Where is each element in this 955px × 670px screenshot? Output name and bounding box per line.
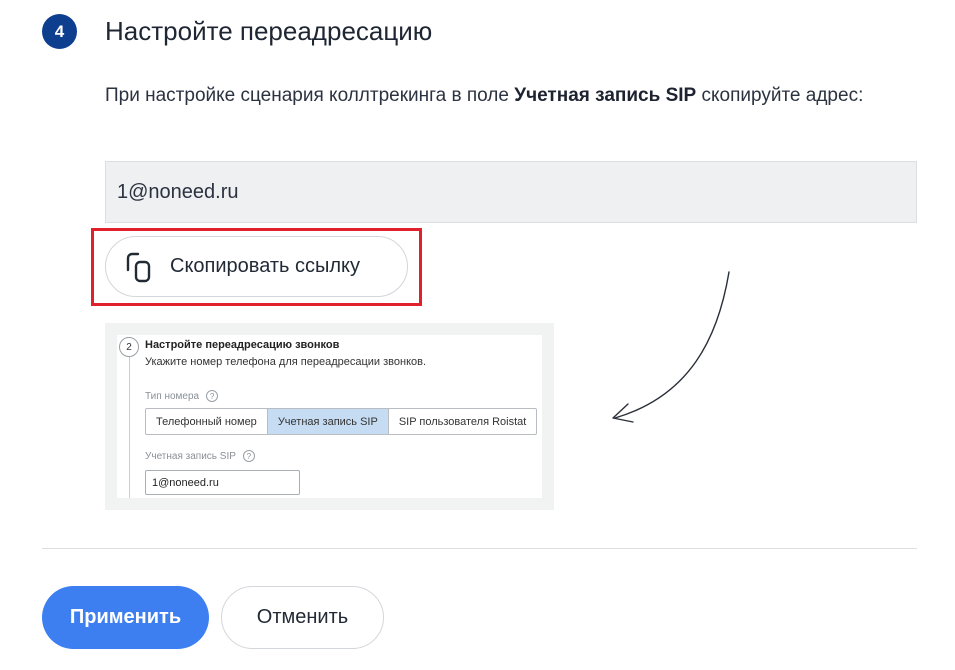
example-title: Настройте переадресацию звонков	[145, 339, 340, 351]
sip-address-field[interactable]: 1@noneed.ru	[105, 161, 917, 223]
instruction-field-name: Учетная запись SIP	[514, 85, 697, 106]
example-screenshot: 2 Настройте переадресацию звонков Укажит…	[105, 323, 554, 510]
example-number-type-label: Тип номера ?	[145, 390, 219, 402]
instruction-text: При настройке сценария коллтрекинга в по…	[105, 78, 925, 113]
copy-link-button[interactable]: Скопировать ссылку	[105, 236, 408, 297]
cancel-button[interactable]: Отменить	[221, 586, 384, 649]
step-number-badge: 4	[42, 14, 77, 49]
example-option-sip-account: Учетная запись SIP	[267, 409, 389, 434]
example-number-type-text: Тип номера	[145, 390, 200, 402]
question-icon: ?	[206, 390, 219, 402]
example-sip-input: 1@noneed.ru	[145, 470, 300, 495]
example-sip-label-text: Учетная запись SIP	[145, 450, 236, 462]
copy-link-label: Скопировать ссылку	[170, 255, 361, 277]
example-step-number: 2	[119, 337, 139, 357]
sip-address-value: 1@noneed.ru	[117, 180, 239, 203]
copy-icon	[126, 252, 151, 282]
example-sip-label: Учетная запись SIP ?	[145, 450, 255, 462]
section-divider	[42, 548, 917, 549]
example-option-phone: Телефонный номер	[146, 409, 268, 434]
apply-button[interactable]: Применить	[42, 586, 209, 649]
example-step-line	[129, 357, 130, 498]
question-icon: ?	[242, 450, 255, 462]
step-title: Настройте переадресацию	[105, 16, 433, 46]
example-screenshot-content: 2 Настройте переадресацию звонков Укажит…	[117, 335, 542, 498]
curved-arrow-icon	[612, 271, 730, 423]
forwarding-setup-page: 4 Настройте переадресацию При настройке …	[0, 0, 955, 670]
example-number-type-selector: Телефонный номер Учетная запись SIP SIP …	[145, 408, 538, 435]
instruction-before: При настройке сценария коллтрекинга в по…	[105, 85, 515, 106]
instruction-after: скопируйте адрес:	[696, 85, 864, 106]
example-option-roistat-sip: SIP пользователя Roistat	[398, 415, 527, 428]
example-subtitle: Укажите номер телефона для переадресации…	[145, 356, 427, 368]
